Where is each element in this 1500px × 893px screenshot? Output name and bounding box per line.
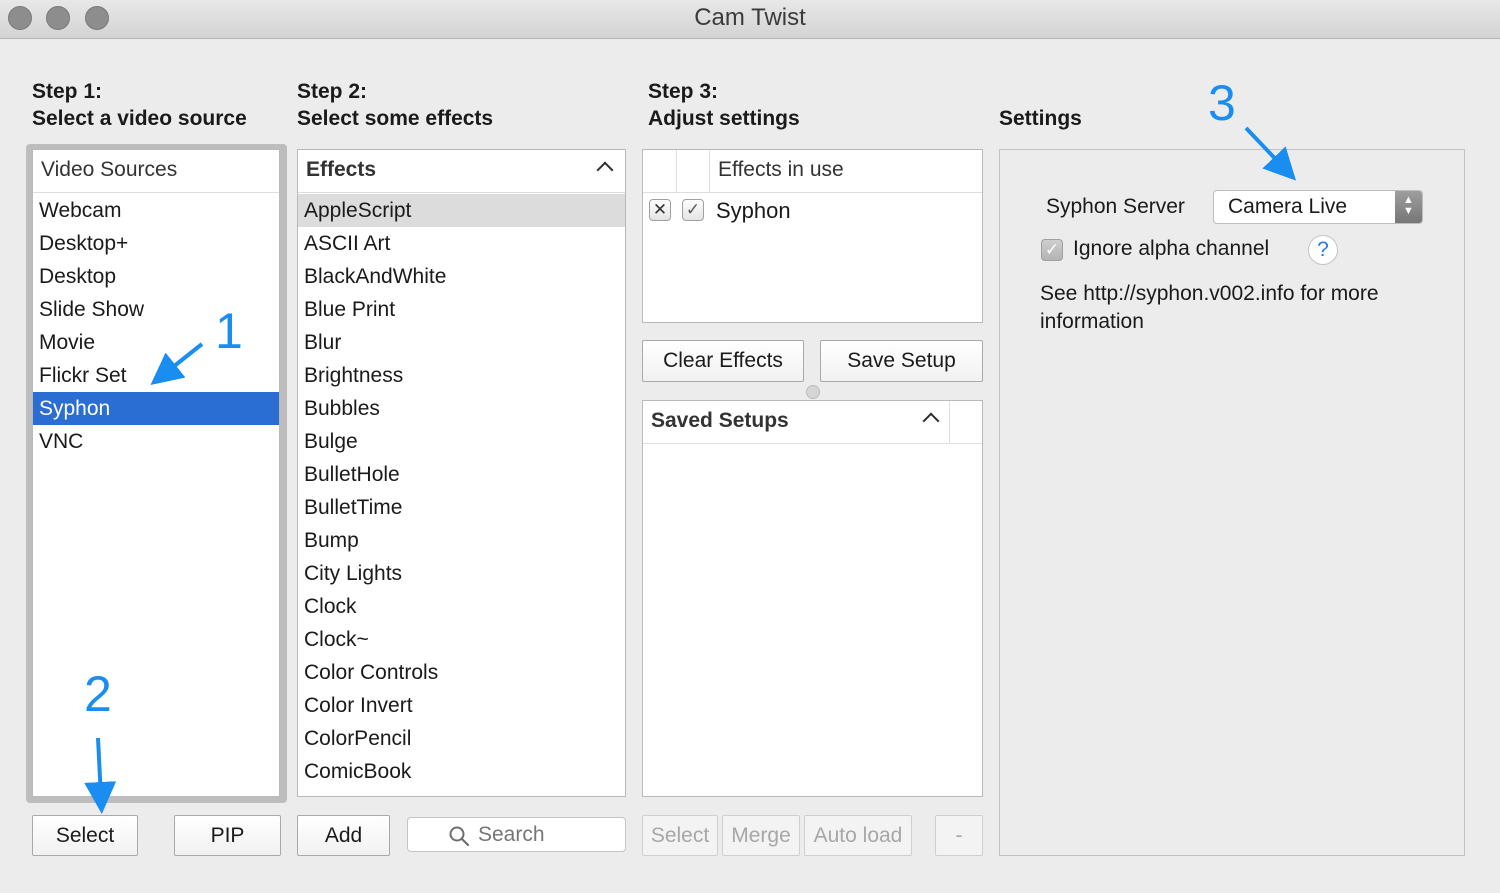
- annotation-arrows: [84, 126, 1297, 814]
- arrow-2-icon: [84, 737, 117, 814]
- arrow-3-icon: [1244, 126, 1297, 181]
- arrow-1-icon: [150, 342, 204, 385]
